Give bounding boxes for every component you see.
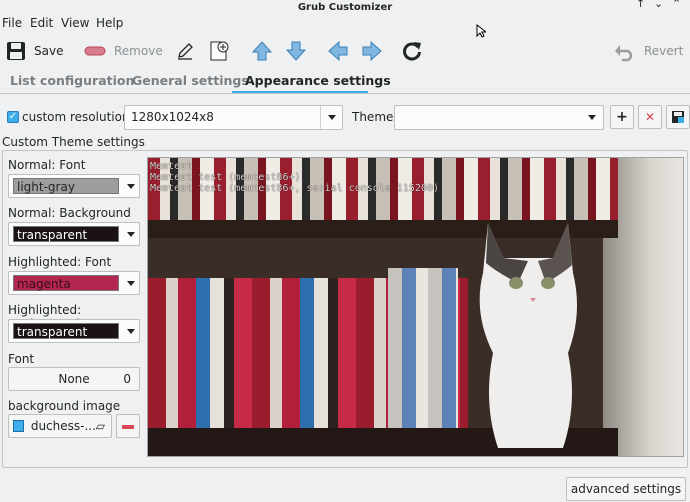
keep-above-icon[interactable]: ↑ <box>636 0 645 10</box>
plus-icon: + <box>616 109 628 125</box>
highlighted-font-combo[interactable]: magenta <box>8 271 140 295</box>
revert-label: Revert <box>644 44 684 58</box>
background-image-chooser[interactable]: duchess-... ▱ <box>8 414 112 438</box>
arrow-left-icon <box>328 40 348 62</box>
normal-font-label: Normal: Font <box>8 158 86 172</box>
menu-view[interactable]: View <box>61 16 89 30</box>
menu-file[interactable]: File <box>2 16 22 30</box>
normal-background-combo[interactable]: transparent <box>8 222 140 246</box>
title-bar: Grub Customizer ↑ ⌄ ⌃ <box>0 0 690 13</box>
normal-font-combo[interactable]: light-gray <box>8 174 140 198</box>
advanced-settings-button[interactable]: advanced settings <box>566 477 686 501</box>
maximize-icon[interactable]: ⌃ <box>672 0 681 10</box>
chevron-down-icon <box>320 106 342 129</box>
font-value: None <box>58 372 90 386</box>
arrow-right-icon <box>362 40 382 62</box>
resolution-row: ✓ custom resolution: 1280x1024x8 Theme: … <box>0 104 690 130</box>
preview-console: Memtest Memtest test (memtest86+) Memtes… <box>150 161 439 194</box>
preview-cat <box>479 223 577 448</box>
custom-theme-title: Custom Theme settings <box>2 135 145 149</box>
window-title: Grub Customizer <box>297 2 393 13</box>
preview-line-2: Memtest test (memtest86+) <box>150 172 301 183</box>
move-down-button[interactable] <box>285 39 307 63</box>
resolution-combo[interactable]: 1280x1024x8 <box>124 105 343 130</box>
revert-button[interactable]: Revert <box>614 39 683 63</box>
remove-theme-button[interactable]: ✕ <box>638 105 662 129</box>
menu-edit[interactable]: Edit <box>30 16 53 30</box>
save-button[interactable]: Save <box>6 39 63 63</box>
active-tab-indicator <box>232 91 368 93</box>
chevron-down-icon <box>127 281 135 286</box>
move-right-button[interactable] <box>361 39 383 63</box>
preview-books-right <box>388 268 458 428</box>
remove-label: Remove <box>114 44 163 58</box>
highlighted-background-combo[interactable]: transparent <box>8 319 140 343</box>
theme-label: Theme: <box>352 110 398 124</box>
chevron-down-icon <box>127 232 135 237</box>
custom-resolution-label: custom resolution: <box>22 110 134 124</box>
new-entry-icon <box>210 41 229 61</box>
theme-combo[interactable] <box>394 105 604 130</box>
font-size-value: 0 <box>123 372 131 386</box>
reload-button[interactable] <box>401 39 423 63</box>
image-file-icon <box>13 420 24 432</box>
save-as-icon <box>672 111 684 123</box>
background-image-value: duchess-... <box>30 419 96 433</box>
normal-font-value: light-gray <box>13 178 119 194</box>
edit-button[interactable] <box>176 39 194 63</box>
normal-background-label: Normal: Background <box>8 206 131 220</box>
save-icon <box>7 42 25 60</box>
chevron-down-icon <box>127 329 135 334</box>
remove-icon <box>122 424 134 429</box>
menu-help[interactable]: Help <box>96 16 123 30</box>
minimize-icon[interactable]: ⌄ <box>654 0 663 10</box>
tab-general-settings[interactable]: General settings <box>132 73 249 88</box>
preview-line-1: Memtest <box>150 161 193 172</box>
remove-background-image-button[interactable] <box>116 414 140 438</box>
move-left-button[interactable] <box>327 39 349 63</box>
remove-button[interactable]: Remove <box>84 39 163 63</box>
add-theme-button[interactable]: + <box>610 105 634 129</box>
save-theme-button[interactable] <box>666 105 690 129</box>
resolution-value: 1280x1024x8 <box>131 110 214 124</box>
move-up-button[interactable] <box>251 39 273 63</box>
theme-preview: Memtest Memtest test (memtest86+) Memtes… <box>147 157 684 457</box>
toolbar: Save Remove Revert <box>0 33 690 69</box>
edit-pencil-icon <box>178 43 193 60</box>
preview-line-3: Memtest test (memtest86+, serial console… <box>150 183 439 194</box>
font-chooser-button[interactable]: None 0 <box>8 367 140 391</box>
background-image-label: background image <box>8 399 121 413</box>
open-file-icon: ▱ <box>95 419 105 433</box>
normal-background-value: transparent <box>13 226 119 242</box>
highlighted-background-value: transparent <box>13 323 119 339</box>
font-label: Font <box>8 352 35 366</box>
chevron-down-icon <box>127 184 135 189</box>
tab-appearance-settings[interactable]: Appearance settings <box>245 73 391 88</box>
new-entry-button[interactable] <box>208 39 230 63</box>
save-label: Save <box>34 44 64 58</box>
menu-bar: File Edit View Help <box>0 13 690 33</box>
custom-resolution-checkbox[interactable]: ✓ <box>7 111 19 123</box>
revert-icon <box>615 45 633 62</box>
arrow-up-icon <box>251 41 273 61</box>
tab-list-configuration[interactable]: List configuration <box>10 73 134 88</box>
arrow-down-icon <box>285 41 307 61</box>
highlighted-font-value: magenta <box>13 275 119 291</box>
highlighted-font-label: Highlighted: Font <box>8 255 112 269</box>
remove-icon <box>84 46 106 56</box>
close-icon: ✕ <box>644 110 656 124</box>
chevron-down-icon <box>581 106 603 129</box>
reload-icon <box>403 42 421 61</box>
